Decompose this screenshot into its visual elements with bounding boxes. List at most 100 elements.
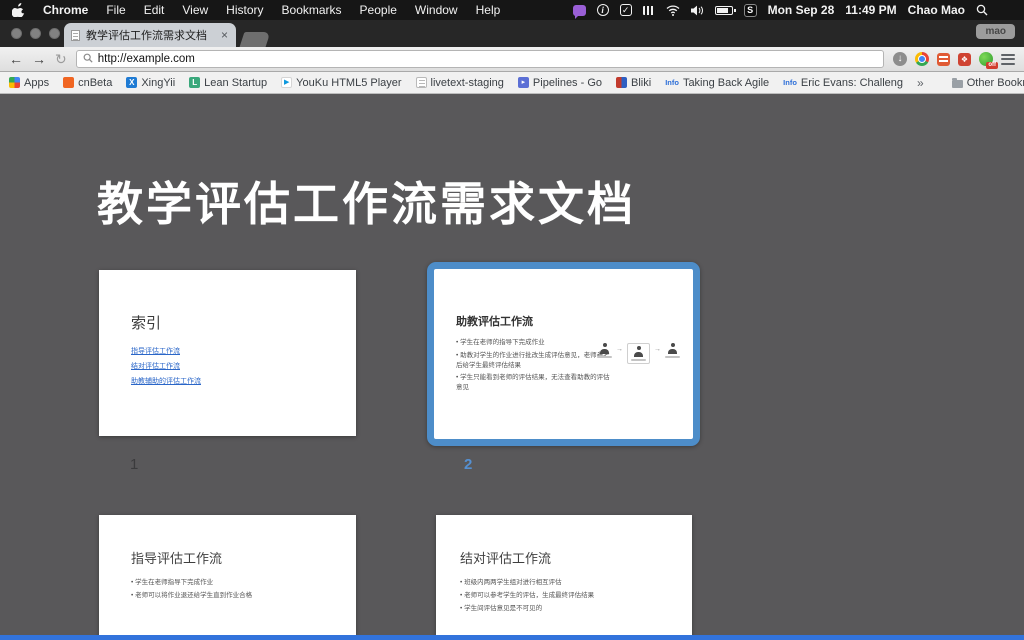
bookmark-apps[interactable]: Apps (9, 77, 49, 89)
apple-menu-icon[interactable] (12, 3, 25, 17)
slide-bullet: 助教对学生的作业进行批改生成评估意见，老师参考后给学生最终评估结果 (456, 351, 611, 371)
bliki-favicon (616, 77, 628, 88)
slide-heading: 指导评估工作流 (131, 551, 223, 566)
bookmark-item[interactable]: cnBeta (63, 77, 112, 89)
lean-startup-favicon: L (189, 77, 201, 88)
slide-heading: 索引 (131, 315, 162, 332)
menu-item[interactable]: History (226, 3, 263, 17)
slide-bullet: 班级内两两学生组对进行相互评估 (460, 578, 674, 588)
bookmark-item[interactable]: livetext-staging (415, 77, 504, 89)
forward-button[interactable]: → (32, 52, 46, 66)
menu-item[interactable]: People (360, 3, 397, 17)
spotlight-search-icon[interactable] (976, 4, 988, 16)
slide-thumbnail-4[interactable]: 结对评估工作流 班级内两两学生组对进行相互评估老师可以参考学生的评估，生成最终评… (436, 515, 692, 640)
workflow-diagram: → → (597, 343, 680, 364)
battery-icon[interactable] (714, 5, 736, 15)
page-title: 教学评估工作流需求文档 (97, 178, 636, 230)
bookmark-item[interactable]: ▶ YouKu HTML5 Player (281, 77, 402, 89)
slide-number-2: 2 (464, 456, 473, 473)
person-icon (665, 343, 680, 358)
bookmarks-overflow-chevron[interactable]: » (917, 76, 924, 90)
bookmark-item[interactable]: Info Eric Evans: Challeng (783, 77, 903, 89)
bookmarks-bar: Apps cnBeta X XingYii L Lean Startup ▶ YouK… (0, 72, 1024, 94)
tab-strip: 教学评估工作流需求文档 × mao (0, 20, 1024, 47)
download-icon[interactable]: ↓ (893, 52, 907, 66)
slide-thumbnail-3[interactable]: 指导评估工作流 学生在老师指导下完成作业老师可以将作业退还给学生直到作业合格 (99, 515, 356, 640)
tab-close-icon[interactable]: × (220, 29, 229, 41)
slide-number-1: 1 (130, 456, 139, 473)
slide-link[interactable]: 指导评估工作流 (131, 346, 336, 356)
other-bookmarks[interactable]: Other Bookmarks (951, 77, 1024, 89)
app-switcher-icon[interactable]: S (743, 3, 757, 17)
adblock-extension-icon[interactable]: off (979, 52, 998, 69)
reload-button[interactable]: ↻ (55, 52, 67, 66)
slide-bullets: 学生在老师的指导下完成作业助教对学生的作业进行批改生成评估意见，老师参考后给学生… (456, 338, 611, 393)
person-icon (597, 343, 612, 358)
slide-links: 指导评估工作流 结对评估工作流 助教辅助的评估工作流 (131, 346, 336, 386)
bookmark-item[interactable]: L Lean Startup (189, 77, 267, 89)
slide-heading: 助教评估工作流 (456, 316, 533, 328)
extension-icon[interactable] (937, 52, 950, 66)
arrow-icon: → (616, 346, 623, 353)
wifi-icon[interactable] (666, 4, 680, 16)
slide-link[interactable]: 结对评估工作流 (131, 361, 336, 371)
slide-bullet: 学生在老师指导下完成作业 (131, 578, 336, 588)
minimize-window-button[interactable] (30, 28, 41, 39)
page-content: 教学评估工作流需求文档 索引 指导评估工作流 结对评估工作流 助教辅助的评估工作流 … (0, 94, 1024, 640)
slide-thumbnail-2-selected[interactable]: 助教评估工作流 学生在老师的指导下完成作业助教对学生的作业进行批改生成评估意见，… (427, 262, 700, 446)
menu-item[interactable]: View (182, 3, 208, 17)
new-tab-button[interactable] (239, 32, 271, 47)
active-app-name[interactable]: Chrome (43, 3, 88, 17)
bookmark-item[interactable]: Info Taking Back Agile (665, 77, 769, 89)
omnibox-search-icon (83, 53, 93, 66)
browser-tab[interactable]: 教学评估工作流需求文档 × (64, 23, 236, 47)
info-status-icon[interactable]: i (596, 4, 609, 16)
address-bar[interactable]: http://example.com (75, 50, 884, 68)
bottom-blue-strip (0, 635, 1024, 640)
back-button[interactable]: ← (9, 52, 23, 66)
toolbar-extensions: ↓ ❖ off (893, 52, 1015, 69)
arrow-icon: → (654, 346, 661, 353)
slide-bullet: 老师可以参考学生的评估，生成最终评估结果 (460, 591, 674, 601)
apps-grid-icon (9, 77, 20, 88)
menu-item[interactable]: Help (476, 3, 501, 17)
notification-center-icon[interactable] (999, 6, 1012, 15)
slide-bullet: 老师可以将作业退还给学生直到作业合格 (131, 591, 336, 601)
bookmark-item[interactable]: ▸ Pipelines - Go (517, 77, 602, 89)
menu-item[interactable]: Bookmarks (282, 3, 342, 17)
close-window-button[interactable] (11, 28, 22, 39)
extension-icon[interactable]: ❖ (958, 52, 971, 66)
extension-off-badge: off (986, 62, 998, 69)
browser-toolbar: ← → ↻ http://example.com ↓ ❖ off (0, 47, 1024, 72)
profile-badge[interactable]: mao (976, 24, 1015, 39)
zoom-window-button[interactable] (49, 28, 60, 39)
bookmark-item[interactable]: X XingYii (126, 77, 175, 89)
chrome-icon[interactable] (915, 52, 929, 66)
slide-link[interactable]: 助教辅助的评估工作流 (131, 376, 336, 386)
person-icon (627, 343, 650, 364)
xingyii-favicon: X (126, 77, 138, 88)
menu-item[interactable]: Window (415, 3, 458, 17)
youku-play-favicon: ▶ (281, 77, 293, 88)
menu-item[interactable]: File (106, 3, 125, 17)
meter-status-icon[interactable] (642, 5, 655, 15)
browser-window: 教学评估工作流需求文档 × mao ← → ↻ http://example.c… (0, 20, 1024, 640)
slide-bullet: 学生在老师的指导下完成作业 (456, 338, 611, 348)
chat-status-icon[interactable] (572, 4, 586, 19)
document-favicon (415, 77, 427, 88)
menubar-user[interactable]: Chao Mao (908, 3, 965, 17)
slide-thumbnail-1[interactable]: 索引 指导评估工作流 结对评估工作流 助教辅助的评估工作流 (99, 270, 356, 436)
volume-icon[interactable] (690, 5, 704, 16)
menubar-menus: File Edit View History Bookmarks People Window… (106, 3, 500, 17)
menubar-time: 11:49 PM (845, 3, 897, 17)
macos-menubar: Chrome File Edit View History Bookmarks Peopl… (0, 0, 1024, 20)
bookmark-item[interactable]: Bliki (616, 77, 651, 89)
slide-bullets: 班级内两两学生组对进行相互评估老师可以参考学生的评估，生成最终评估结果学生间评估… (460, 578, 674, 613)
slide-bullets: 学生在老师指导下完成作业老师可以将作业退还给学生直到作业合格 (131, 578, 336, 601)
menu-item[interactable]: Edit (144, 3, 165, 17)
pipelines-go-favicon: ▸ (517, 77, 529, 88)
chrome-menu-icon[interactable] (1001, 53, 1015, 65)
slide-heading: 结对评估工作流 (460, 551, 552, 566)
check-status-icon[interactable]: ✓ (619, 4, 632, 16)
menubar-date[interactable]: Mon Sep 28 (768, 3, 835, 17)
